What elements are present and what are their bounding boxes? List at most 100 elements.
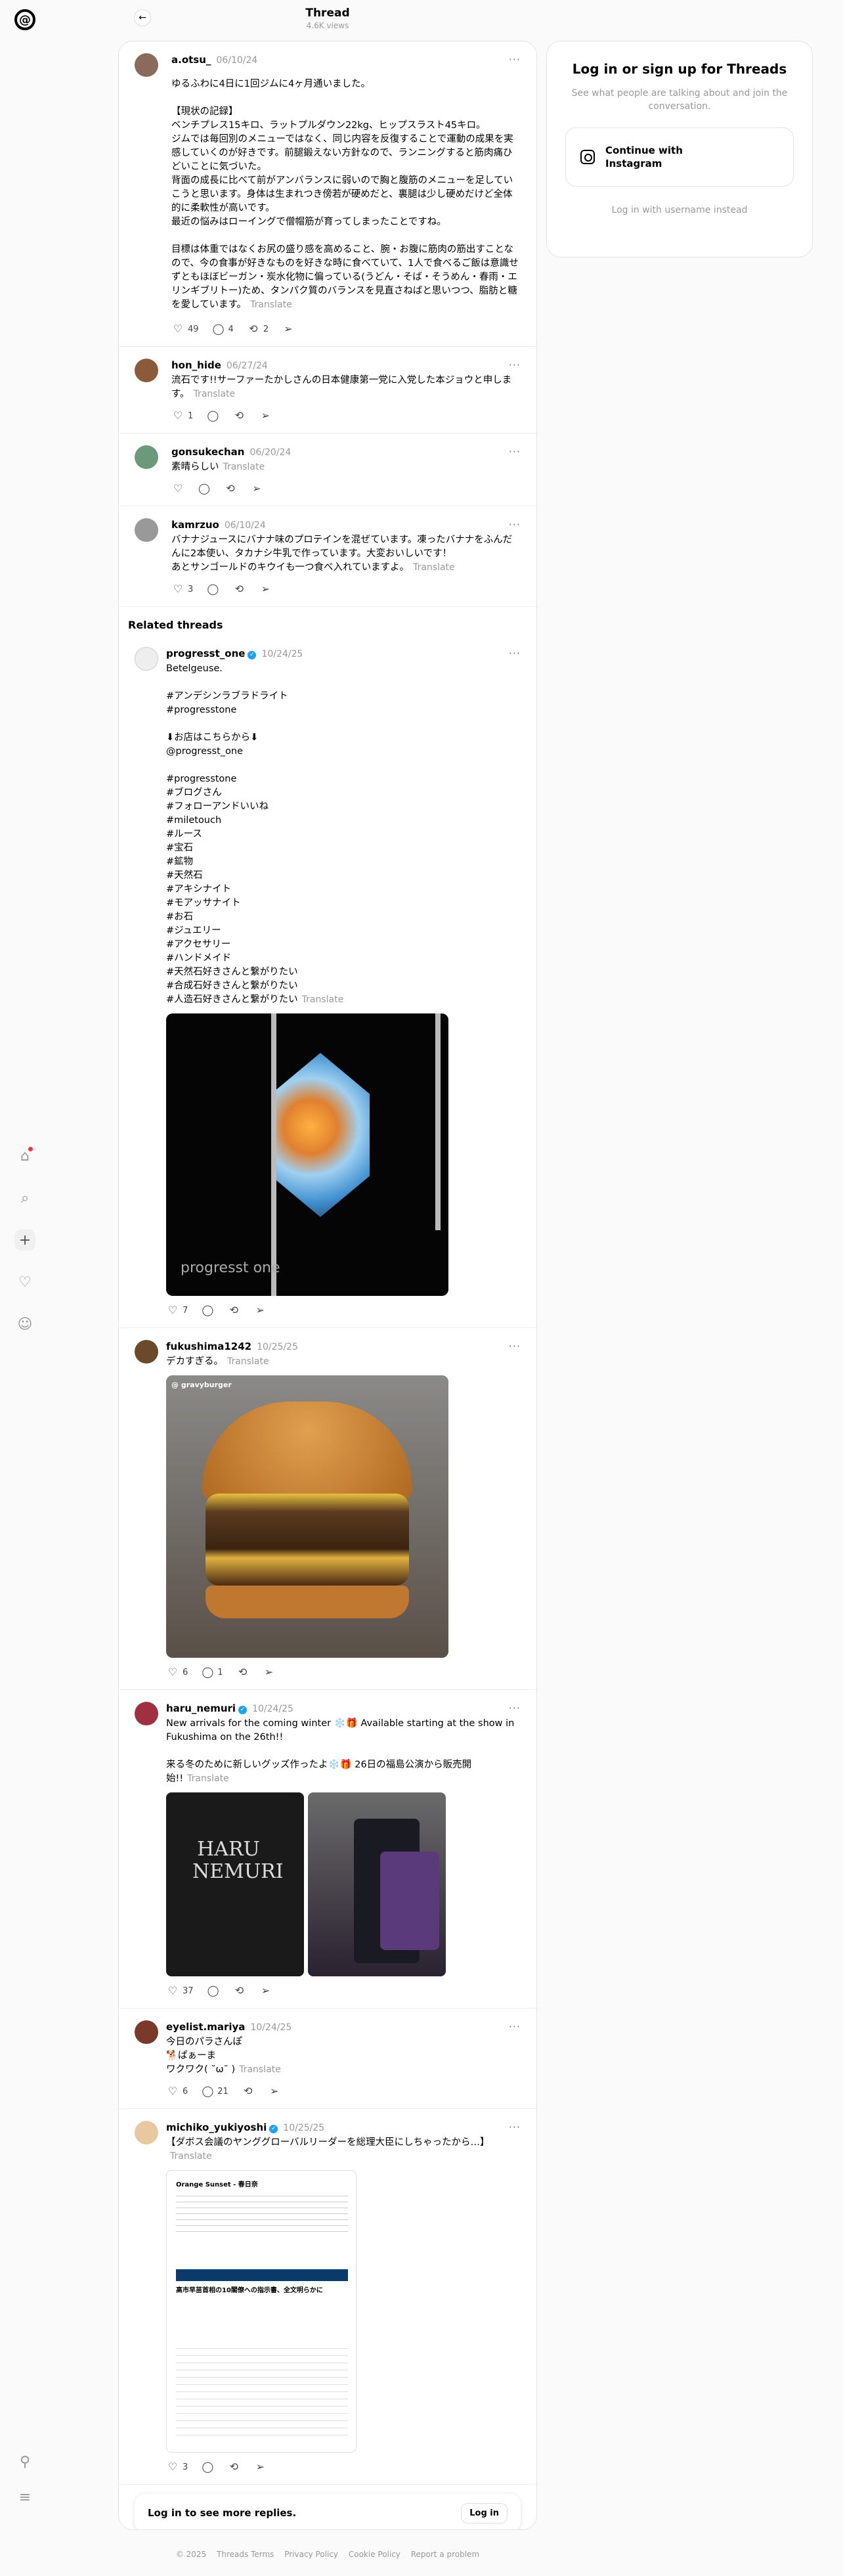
reply-button[interactable]: ◯	[207, 1984, 220, 1997]
translate-link[interactable]: Translate	[302, 994, 344, 1005]
more-icon[interactable]: ···	[509, 1702, 521, 1714]
merch-image[interactable]	[308, 1792, 446, 1976]
repost-button[interactable]: ⟲	[227, 1304, 240, 1317]
related-post: ··· michiko_yukiyoshi ✓ 10/25/25 【ダボス会議のヤン…	[119, 2109, 536, 2485]
author-name[interactable]: haru_nemuri	[166, 1702, 236, 1714]
more-icon[interactable]: ···	[509, 1340, 521, 1352]
translate-link[interactable]: Translate	[250, 300, 292, 310]
share-icon: ➢	[261, 409, 270, 422]
translate-link[interactable]: Translate	[227, 1356, 269, 1367]
more-icon[interactable]: ···	[509, 445, 521, 458]
reply-button[interactable]: ◯	[206, 583, 219, 596]
repost-button[interactable]: ⟲ 2	[247, 322, 269, 336]
news-screenshot-image[interactable]: Orange Sunset - 春日奈 高市早苗首相の10閣僚への指示書、全文明…	[166, 2170, 357, 2453]
avatar[interactable]	[135, 1702, 158, 1725]
translate-link[interactable]: Translate	[413, 562, 455, 573]
more-icon[interactable]: ···	[509, 518, 521, 531]
share-button[interactable]: ➢	[282, 322, 295, 336]
share-icon: ➢	[252, 482, 261, 495]
like-button[interactable]: ♡ 6	[166, 1666, 188, 1679]
profile-icon[interactable]: ☺	[14, 1314, 35, 1335]
patties	[205, 1494, 409, 1586]
avatar[interactable]	[135, 445, 158, 469]
translate-link[interactable]: Translate	[170, 2151, 212, 2162]
author-name[interactable]: kamrzuo	[171, 519, 219, 531]
more-icon[interactable]: ···	[509, 2020, 521, 2033]
repost-button[interactable]: ⟲	[232, 409, 246, 422]
cookie-link[interactable]: Cookie Policy	[349, 2550, 400, 2559]
share-button[interactable]: ➢	[259, 409, 272, 422]
avatar[interactable]	[135, 518, 158, 542]
share-button[interactable]: ➢	[263, 1666, 276, 1679]
translate-link[interactable]: Translate	[239, 2064, 281, 2075]
more-icon[interactable]: ···	[509, 2121, 521, 2133]
like-button[interactable]: ♡ 3	[166, 2460, 188, 2474]
repost-button[interactable]: ⟲	[224, 482, 237, 495]
reply-button[interactable]: ◯	[201, 2460, 214, 2474]
share-button[interactable]: ➢	[250, 482, 263, 495]
threads-logo-icon[interactable]: @	[14, 9, 35, 30]
like-button[interactable]: ♡ 3	[171, 583, 193, 596]
author-name[interactable]: a.otsu_	[171, 54, 211, 66]
reply-button[interactable]: ◯	[206, 409, 219, 422]
terms-link[interactable]: Threads Terms	[217, 2550, 274, 2559]
share-button[interactable]: ➢	[253, 2460, 267, 2474]
like-button[interactable]: ♡ 7	[166, 1304, 188, 1317]
heart-icon[interactable]: ♡	[14, 1272, 35, 1293]
reply-button[interactable]: ◯ 4	[212, 322, 234, 336]
avatar[interactable]	[135, 359, 158, 382]
reply-button[interactable]: ◯	[198, 482, 211, 495]
reply-button[interactable]: ◯ 21	[201, 2085, 228, 2098]
home-icon[interactable]: ⌂	[14, 1145, 35, 1166]
like-button[interactable]: ♡ 49	[171, 322, 199, 336]
repost-button[interactable]: ⟲	[242, 2085, 255, 2098]
avatar[interactable]	[135, 647, 158, 671]
like-button[interactable]: ♡ 37	[166, 1984, 194, 1997]
plus-icon[interactable]: +	[14, 1230, 35, 1251]
hanging-garment	[380, 1852, 439, 1950]
author-name[interactable]: gonsukechan	[171, 446, 244, 458]
gem-image[interactable]: progresst one	[166, 1013, 448, 1296]
news-headline: 高市早苗首相の10閣僚への指示書、全文明らかに	[176, 2287, 323, 2294]
reply-button[interactable]: ◯	[201, 1304, 214, 1317]
author-name[interactable]: fukushima1242	[166, 1341, 251, 1352]
shirt-image[interactable]: HARU NEMURI	[166, 1792, 304, 1976]
repost-button[interactable]: ⟲	[232, 583, 246, 596]
login-button[interactable]: Log in	[461, 2502, 508, 2523]
avatar[interactable]	[135, 1340, 158, 1364]
avatar[interactable]	[135, 2121, 158, 2144]
author-name[interactable]: hon_hide	[171, 359, 221, 371]
reply-button[interactable]: ◯ 1	[201, 1666, 223, 1679]
continue-instagram-button[interactable]: Continue with Instagram	[565, 127, 794, 187]
avatar[interactable]	[135, 2020, 158, 2044]
avatar[interactable]	[135, 53, 158, 77]
share-button[interactable]: ➢	[259, 583, 272, 596]
repost-button[interactable]: ⟲	[227, 2460, 240, 2474]
more-icon[interactable]: ···	[509, 647, 521, 659]
repost-button[interactable]: ⟲	[236, 1666, 249, 1679]
back-button[interactable]: ←	[134, 9, 151, 26]
pin-icon[interactable]: ⚲	[14, 2451, 35, 2472]
share-button[interactable]: ➢	[259, 1984, 272, 1997]
post-date: 10/25/25	[257, 1342, 298, 1352]
burger-image[interactable]: @ gravyburger	[166, 1375, 448, 1658]
share-button[interactable]: ➢	[253, 1304, 267, 1317]
like-button[interactable]: ♡	[171, 482, 184, 495]
more-icon[interactable]: ···	[509, 53, 521, 66]
menu-icon[interactable]: ≡	[14, 2487, 35, 2508]
author-name[interactable]: progresst_one	[166, 648, 245, 659]
author-name[interactable]: michiko_yukiyoshi	[166, 2121, 267, 2133]
translate-link[interactable]: Translate	[194, 389, 236, 399]
privacy-link[interactable]: Privacy Policy	[284, 2550, 338, 2559]
username-login-link[interactable]: Log in with username instead	[565, 205, 794, 215]
repost-button[interactable]: ⟲	[233, 1984, 246, 1997]
like-button[interactable]: ♡ 1	[171, 409, 193, 422]
translate-link[interactable]: Translate	[223, 462, 265, 472]
like-button[interactable]: ♡ 6	[166, 2085, 188, 2098]
share-button[interactable]: ➢	[268, 2085, 281, 2098]
translate-link[interactable]: Translate	[187, 1773, 229, 1784]
more-icon[interactable]: ···	[509, 359, 521, 371]
search-icon[interactable]: ⌕	[14, 1188, 35, 1209]
author-name[interactable]: eyelist.mariya	[166, 2021, 245, 2033]
report-link[interactable]: Report a problem	[411, 2550, 479, 2559]
